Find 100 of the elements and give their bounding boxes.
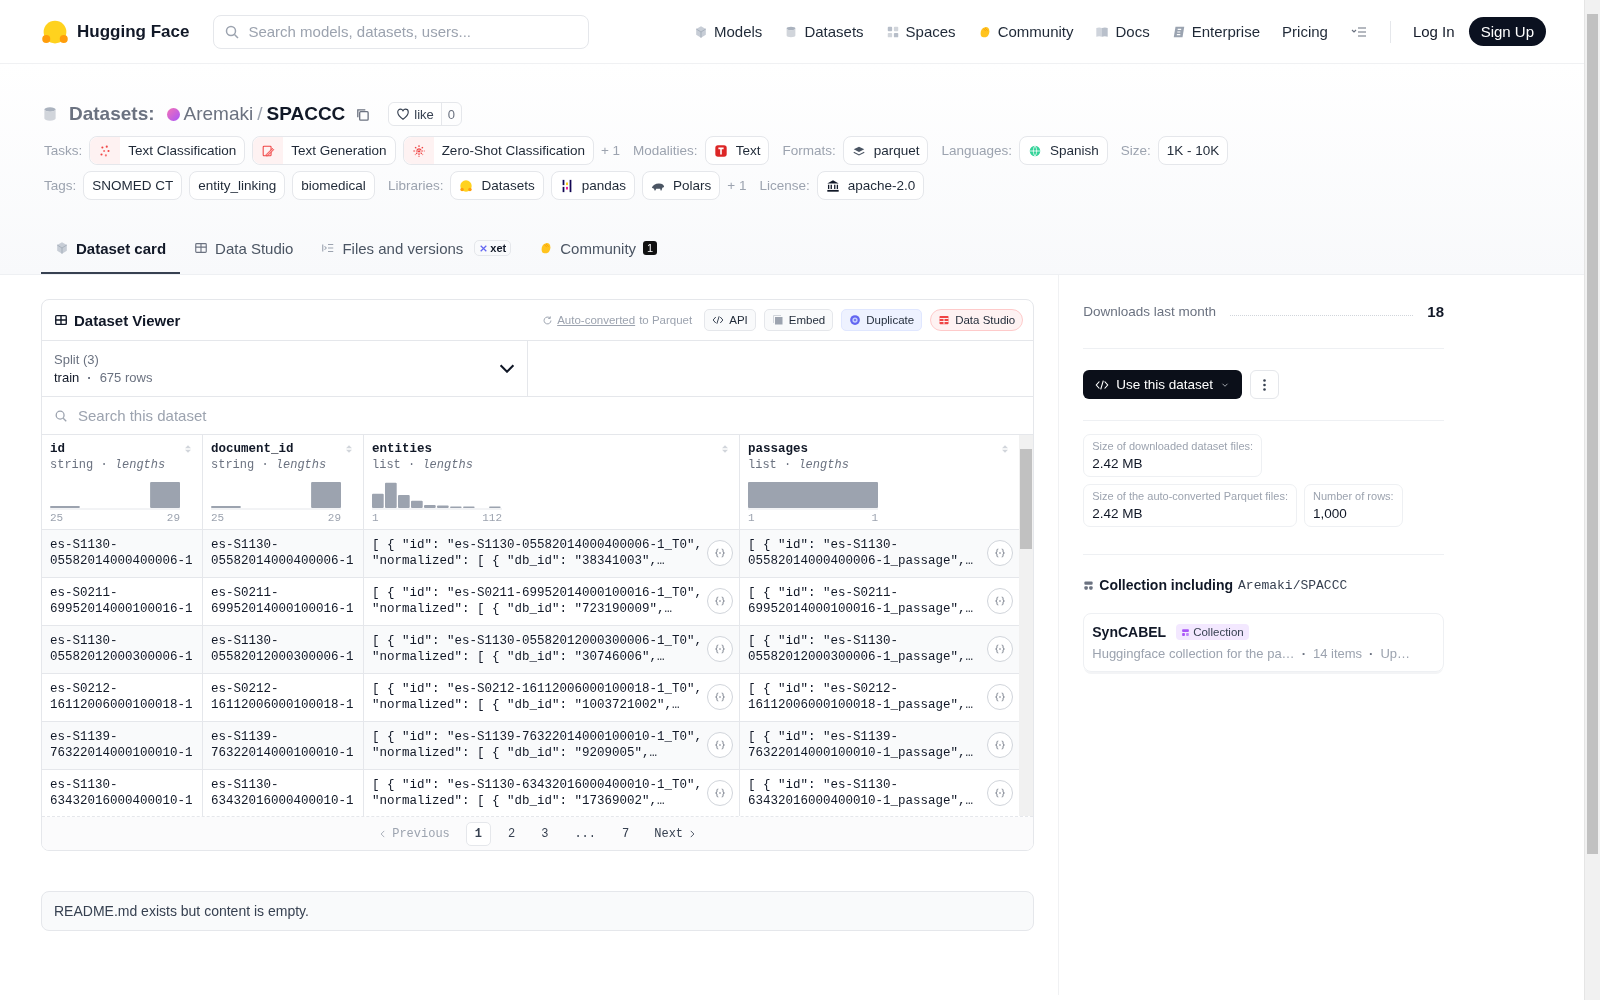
- json-view-button[interactable]: [707, 780, 733, 806]
- stat-value: 2.42 MB: [1092, 456, 1144, 471]
- tag-chip[interactable]: Zero-Shot Classification: [402, 136, 594, 165]
- nav-link[interactable]: Community: [977, 23, 1074, 40]
- json-view-button[interactable]: [707, 732, 733, 758]
- table-cell: [ { "id": "es-S1130-05582012000300006-1_T0", "normalized": [ { "db_id": "30746006",…: [372, 633, 703, 665]
- json-view-button[interactable]: [987, 588, 1014, 614]
- more-button[interactable]: [1250, 370, 1280, 399]
- dataset-search-field[interactable]: Search this dataset: [54, 397, 1022, 433]
- nav-link[interactable]: Docs: [1095, 23, 1150, 40]
- table-cell: [ { "id": "es-S1130-05582014000400006-1_T0", "normalized": [ { "db_id": "38341003",…: [372, 537, 703, 569]
- tab[interactable]: Dataset card: [41, 224, 181, 274]
- table-cell-text: es-S0211-69952014000100016-1: [50, 585, 194, 617]
- tag-chip[interactable]: SNOMED CT: [83, 171, 183, 200]
- tag-chip[interactable]: biomedical: [292, 171, 375, 200]
- repo-name: Aremaki/SPACCC: [1238, 577, 1348, 593]
- json-view-button[interactable]: [987, 780, 1014, 806]
- signup-button[interactable]: Sign Up: [1468, 17, 1546, 46]
- metadata-label: Modalities:: [633, 143, 698, 158]
- collection-card[interactable]: SynCABEL Collection Huggingface collection for the pa… · 14 items · Up…: [1083, 613, 1444, 672]
- list-icon: [321, 241, 336, 255]
- like-count: 0: [440, 103, 462, 125]
- range-max: 29: [166, 512, 180, 524]
- nav-link[interactable]: Pricing: [1282, 23, 1328, 40]
- next-link[interactable]: Next: [646, 826, 706, 841]
- action-button[interactable]: Duplicate: [841, 309, 923, 331]
- tag-chip[interactable]: pandas: [550, 171, 635, 200]
- nav-link[interactable]: Models: [694, 23, 763, 40]
- page-link[interactable]: ...: [565, 821, 606, 846]
- json-view-button[interactable]: [987, 684, 1014, 710]
- asterisk-icon: [411, 143, 426, 158]
- owner-link[interactable]: Aremaki: [183, 103, 254, 125]
- action-button[interactable]: API: [704, 309, 756, 331]
- action-button[interactable]: Embed: [763, 309, 834, 331]
- range-max: 112: [482, 512, 502, 524]
- tag-chip[interactable]: Text Generation: [252, 136, 396, 165]
- json-view-button[interactable]: [707, 684, 733, 710]
- page-link[interactable]: 1: [465, 821, 491, 846]
- page-link[interactable]: 7: [613, 821, 639, 846]
- table-cell-text: [ { "id": "es-S1139-76322014000100010-1_passage",…: [748, 729, 975, 761]
- split-selector[interactable]: Split (3) train · 675 rows: [42, 341, 528, 396]
- scrollbar[interactable]: [1019, 435, 1034, 816]
- table-cell-text: es-S1130-05582014000400006-1: [211, 537, 355, 569]
- collection-icon: [1181, 627, 1191, 637]
- tag-chip[interactable]: Text: [704, 136, 770, 165]
- tag-chip[interactable]: Polars: [642, 171, 721, 200]
- table-cell-text: es-S0212-16112006000100018-1: [50, 681, 194, 713]
- login-link[interactable]: Log In: [1412, 23, 1455, 40]
- copy-icon[interactable]: [355, 106, 371, 122]
- tag-chip[interactable]: 1K - 10K: [1157, 136, 1229, 165]
- tag-chip[interactable]: Text Classification: [89, 136, 246, 165]
- tag-chip[interactable]: apache-2.0: [816, 171, 925, 200]
- json-view-button[interactable]: [987, 636, 1014, 662]
- action-button[interactable]: Data Studio: [930, 309, 1024, 331]
- badge-icon: [1171, 24, 1186, 39]
- table-cell-text: es-S1130-05582012000300006-1: [211, 633, 355, 665]
- nav-link[interactable]: Spaces: [885, 23, 956, 40]
- metadata-label: Tags:: [44, 178, 77, 193]
- json-view-button[interactable]: [987, 540, 1014, 566]
- downloads-label: Downloads last month: [1083, 304, 1217, 319]
- tag-chip[interactable]: Datasets: [450, 171, 544, 200]
- collection-heading: Collection including: [1099, 577, 1234, 593]
- search-field[interactable]: Search models, datasets, users...: [213, 14, 590, 49]
- code-icon: [712, 314, 725, 326]
- table-cell-text: es-S0212-16112006000100018-1: [211, 681, 355, 713]
- use-dataset-button[interactable]: Use this dataset: [1083, 370, 1243, 399]
- page-link[interactable]: 2: [499, 821, 525, 846]
- json-view-button[interactable]: [987, 732, 1014, 758]
- tab[interactable]: Data Studio: [180, 224, 308, 274]
- repo-name-link[interactable]: SPACCC: [266, 103, 346, 125]
- json-view-button[interactable]: [707, 540, 733, 566]
- collection-icon: [1083, 579, 1095, 591]
- table-icon: [54, 313, 68, 327]
- stat-label: Number of rows:: [1312, 490, 1394, 502]
- table-cell-text: [ { "id": "es-S1130-05582014000400006-1_passage",…: [748, 537, 975, 569]
- collection-badge: Collection: [1176, 624, 1249, 640]
- downloads-count: 18: [1427, 303, 1444, 320]
- xet-badge: xet: [474, 240, 512, 256]
- json-view-button[interactable]: [707, 636, 733, 662]
- braces-icon: [713, 786, 727, 800]
- braces-icon: [713, 594, 727, 608]
- column-type: string · lengths: [50, 458, 166, 472]
- column-name: document_id: [211, 442, 295, 456]
- scrollbar[interactable]: [1584, 0, 1600, 1000]
- page-link[interactable]: 3: [532, 821, 558, 846]
- tag-chip[interactable]: Spanish: [1019, 136, 1108, 165]
- metadata-label: Languages:: [941, 143, 1013, 158]
- text-icon: [713, 143, 728, 158]
- tag-chip[interactable]: parquet: [842, 136, 929, 165]
- nav-link[interactable]: Enterprise: [1171, 23, 1261, 40]
- brand-link[interactable]: Hugging Face: [41, 17, 190, 46]
- book-icon: [1095, 24, 1110, 39]
- tag-chip[interactable]: entity_linking: [189, 171, 286, 200]
- tab[interactable]: Community 1: [525, 224, 672, 274]
- json-view-button[interactable]: [707, 588, 733, 614]
- metadata-label: Tasks:: [44, 143, 83, 158]
- nav-link[interactable]: Datasets: [784, 23, 864, 40]
- table-cell: [ { "id": "es-S0211-69952014000100016-1_T0", "normalized": [ { "db_id": "723190009",…: [372, 585, 703, 617]
- table-cell: [ { "id": "es-S0212-16112006000100018-1_T0", "normalized": [ { "db_id": "1003721002",…: [372, 681, 703, 713]
- tab[interactable]: Files and versions xet: [307, 224, 526, 274]
